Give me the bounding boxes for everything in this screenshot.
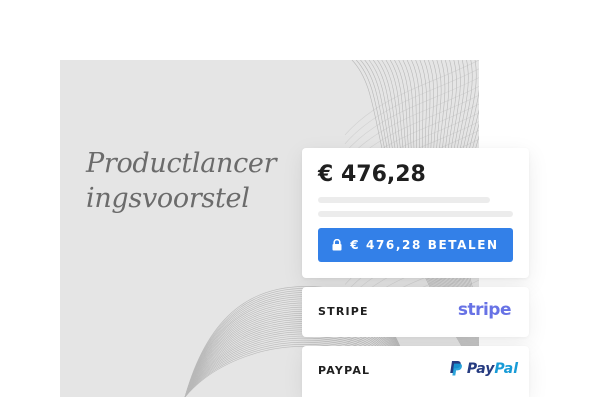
document-title-line-2: ingsvoorstel [86, 183, 250, 214]
payment-method-stripe[interactable]: STRIPE stripe [302, 287, 529, 337]
paypal-icon [450, 361, 462, 376]
document-title: Productlancer ingsvoorstel [86, 146, 306, 216]
placeholder-line [318, 197, 490, 203]
paypal-wordmark-pal: Pal [494, 360, 518, 377]
lock-icon [332, 239, 342, 251]
page: Productlancer ingsvoorstel € 476,28 € 47… [0, 0, 590, 397]
payment-amount: € 476,28 [318, 162, 426, 187]
pay-button[interactable]: € 476,28 BETALEN [318, 228, 513, 262]
placeholder-line [318, 211, 513, 217]
payment-method-paypal[interactable]: PAYPAL PayPal [302, 346, 529, 397]
paypal-logo: PayPal [449, 360, 518, 377]
payment-method-label: STRIPE [318, 305, 369, 318]
paypal-wordmark-pay: Pay [466, 360, 495, 377]
payment-card: € 476,28 € 476,28 BETALEN [302, 148, 529, 278]
document-title-line-1: Productlancer [86, 148, 277, 179]
pay-button-label: € 476,28 BETALEN [350, 238, 499, 252]
payment-method-label: PAYPAL [318, 364, 371, 377]
stripe-logo: stripe [457, 300, 512, 320]
paypal-wordmark: PayPal [467, 361, 518, 377]
